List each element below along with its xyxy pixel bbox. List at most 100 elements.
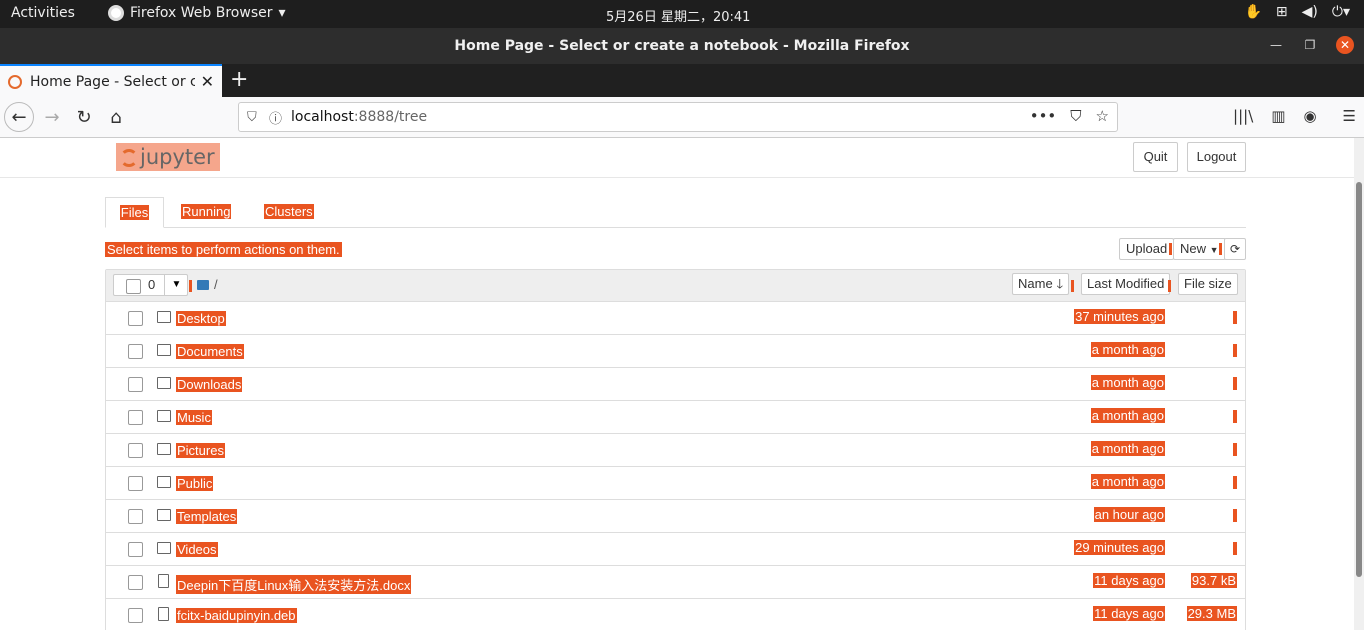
back-icon[interactable]: ← [4,102,34,132]
breadcrumb-root[interactable]: / [214,277,218,292]
item-name-link[interactable]: Desktop [176,311,226,326]
library-icon[interactable]: |||\ [1233,107,1253,125]
file-rows: Desktop 37 minutes ago Documents a month ag… [106,302,1245,630]
input-method-icon[interactable]: ✋ [1244,4,1261,20]
row-checkbox[interactable] [128,344,143,359]
tab-running[interactable]: Running [181,197,232,228]
new-dropdown-button[interactable]: New ▼ [1173,238,1226,260]
item-name-link[interactable]: Documents [176,344,244,359]
menu-icon[interactable]: ☰ [1343,107,1356,125]
system-tray[interactable]: ✋ ⊞ ◀) ⏻▾ [1244,4,1350,20]
row-checkbox[interactable] [128,311,143,326]
toolbar-right: |||\ ▥ ◉ ☰ [1233,107,1356,125]
page-actions-icon[interactable]: ••• [1030,107,1057,125]
info-icon[interactable]: ⓘ [269,108,291,127]
page-scrollbar[interactable] [1354,138,1364,630]
selection-hint: Select items to perform actions on them. [105,242,342,257]
app-menu[interactable]: Firefox Web Browser ▾ [108,5,286,21]
forward-icon[interactable]: → [38,103,66,131]
shield-icon[interactable]: ⛉ [247,110,269,125]
item-size-marker [1233,476,1237,489]
maximize-icon[interactable]: ❐ [1302,36,1318,54]
item-size-marker [1233,443,1237,456]
row-checkbox[interactable] [128,575,143,590]
tab-strip: Home Page - Select or cr ✕ + [0,64,1364,97]
minimize-icon[interactable]: — [1268,36,1284,54]
list-item[interactable]: Deepin下百度Linux输入法安装方法.docx 11 days ago 93.… [106,566,1245,599]
item-name-link[interactable]: Public [176,476,214,491]
folder-icon [157,377,171,389]
account-icon[interactable]: ◉ [1303,107,1316,125]
list-item[interactable]: Public a month ago [106,467,1245,500]
caret-down-icon: ▼ [1209,245,1219,255]
row-checkbox[interactable] [128,542,143,557]
window-controls: — ❐ ✕ [1268,36,1354,54]
jupyter-logo[interactable]: jupyter [116,143,220,171]
list-item[interactable]: Templates an hour ago [106,500,1245,533]
item-modified: a month ago [1090,474,1165,489]
item-name-link[interactable]: fcitx-baidupinyin.deb [176,608,297,623]
url-bar[interactable]: ⛉ ⓘ localhost:8888/tree ••• ⛉ ☆ [238,102,1118,132]
upload-button[interactable]: Upload [1119,238,1175,260]
item-name-link[interactable]: Music [176,410,212,425]
close-window-icon[interactable]: ✕ [1336,36,1354,54]
row-checkbox[interactable] [128,410,143,425]
tab-running-label: Running [181,204,232,219]
item-modified: a month ago [1090,342,1165,357]
item-name-link[interactable]: Templates [176,509,238,524]
jupyter-header: jupyter Quit Logout [0,138,1354,178]
sort-modified-button[interactable]: Last Modified [1081,273,1171,295]
home-icon[interactable]: ⌂ [102,103,130,131]
file-icon [158,574,169,588]
clock[interactable]: 5月26日 星期二，20:41 [606,6,750,25]
scrollbar-thumb[interactable] [1356,182,1362,577]
activities-button[interactable]: Activities [11,5,75,21]
item-size: 29.3 MB [1186,606,1237,621]
volume-icon[interactable]: ◀) [1302,4,1318,20]
list-item[interactable]: Downloads a month ago [106,368,1245,401]
list-item[interactable]: Desktop 37 minutes ago [106,302,1245,335]
item-name-link[interactable]: Downloads [176,377,243,392]
list-item[interactable]: fcitx-baidupinyin.deb 11 days ago 29.3 MB [106,599,1245,630]
tab-clusters[interactable]: Clusters [264,197,314,228]
row-checkbox[interactable] [128,443,143,458]
pocket-icon[interactable]: ⛉ [1070,107,1081,125]
header-marker [1168,280,1171,292]
list-item[interactable]: Pictures a month ago [106,434,1245,467]
logout-button[interactable]: Logout [1187,142,1246,172]
tab-files[interactable]: Files [105,197,164,228]
row-checkbox[interactable] [128,377,143,392]
select-dropdown-icon[interactable]: ▼ [164,274,188,296]
row-checkbox[interactable] [128,608,143,623]
browser-tab[interactable]: Home Page - Select or cr ✕ [0,64,222,97]
sort-name-button[interactable]: Name 🡓 [1012,273,1070,295]
power-icon[interactable]: ⏻▾ [1332,4,1350,20]
list-item[interactable]: Documents a month ago [106,335,1245,368]
item-name-link[interactable]: Deepin下百度Linux输入法安装方法.docx [176,575,412,594]
refresh-button[interactable]: ⟳ [1224,238,1246,260]
sidebar-icon[interactable]: ▥ [1271,107,1285,125]
refresh-icon: ⟳ [1229,242,1241,256]
item-name-link[interactable]: Videos [176,542,218,557]
close-tab-icon[interactable]: ✕ [201,72,214,91]
item-size: 93.7 kB [1190,573,1237,588]
reload-icon[interactable]: ↻ [70,103,98,131]
item-size-marker [1233,344,1237,357]
item-modified: 29 minutes ago [1074,540,1165,555]
new-tab-icon[interactable]: + [230,68,248,92]
list-item[interactable]: Music a month ago [106,401,1245,434]
bookmark-star-icon[interactable]: ☆ [1096,107,1109,125]
caret-down-icon: ▾ [278,5,286,21]
network-icon[interactable]: ⊞ [1276,4,1288,20]
select-all-checkbox[interactable] [126,279,141,294]
quit-button[interactable]: Quit [1133,142,1178,172]
file-icon [158,607,169,621]
item-name-link[interactable]: Pictures [176,443,225,458]
header-marker [1071,280,1074,292]
breadcrumb[interactable]: / [197,277,218,292]
sort-size-button[interactable]: File size [1178,273,1238,295]
row-checkbox[interactable] [128,476,143,491]
select-all-control[interactable]: 0 ▼ [113,274,188,296]
row-checkbox[interactable] [128,509,143,524]
list-item[interactable]: Videos 29 minutes ago [106,533,1245,566]
